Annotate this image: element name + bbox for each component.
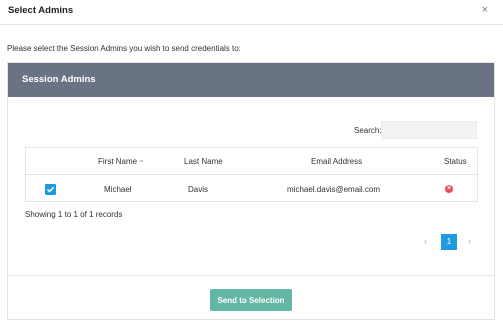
pagination-previous-icon[interactable]: ‹ xyxy=(424,236,427,246)
panel-header: Session Admins xyxy=(8,63,494,97)
cell-last-name: Davis xyxy=(188,185,209,194)
column-header-first-name[interactable]: First Name ^ xyxy=(98,157,143,166)
status-error-icon: × xyxy=(445,185,453,193)
search-label: Search: xyxy=(354,126,382,135)
dialog-header: Select Admins × xyxy=(0,0,503,25)
pagination-next-icon[interactable]: › xyxy=(468,236,471,246)
cell-email: michael.davis@email.com xyxy=(287,185,381,194)
panel-footer-divider xyxy=(8,275,494,276)
cell-first-name: Michael xyxy=(104,185,132,194)
send-to-selection-button[interactable]: Send to Selection xyxy=(210,289,292,311)
admins-table: First Name ^ Last Name Email Address Stat… xyxy=(25,147,478,202)
dialog-title: Select Admins xyxy=(8,5,74,16)
instruction-text: Please select the Session Admins you wis… xyxy=(7,44,241,53)
row-divider xyxy=(26,174,477,175)
panel-title: Session Admins xyxy=(22,74,96,85)
session-admins-panel: Session Admins Search: First Name ^ Last … xyxy=(7,62,495,320)
sort-ascending-icon: ^ xyxy=(140,160,143,166)
checkmark-icon xyxy=(46,186,55,193)
row-select-checkbox[interactable] xyxy=(45,184,56,195)
pagination-page-current[interactable]: 1 xyxy=(441,234,457,250)
records-info: Showing 1 to 1 of 1 records xyxy=(25,210,123,219)
select-admins-dialog: Select Admins × Please select the Sessio… xyxy=(0,0,503,327)
column-header-status[interactable]: Status xyxy=(444,157,467,166)
column-header-email[interactable]: Email Address xyxy=(311,157,362,166)
column-header-last-name[interactable]: Last Name xyxy=(184,157,223,166)
search-input[interactable] xyxy=(381,121,477,139)
column-header-label: First Name xyxy=(98,157,138,166)
close-icon[interactable]: × xyxy=(482,4,488,16)
